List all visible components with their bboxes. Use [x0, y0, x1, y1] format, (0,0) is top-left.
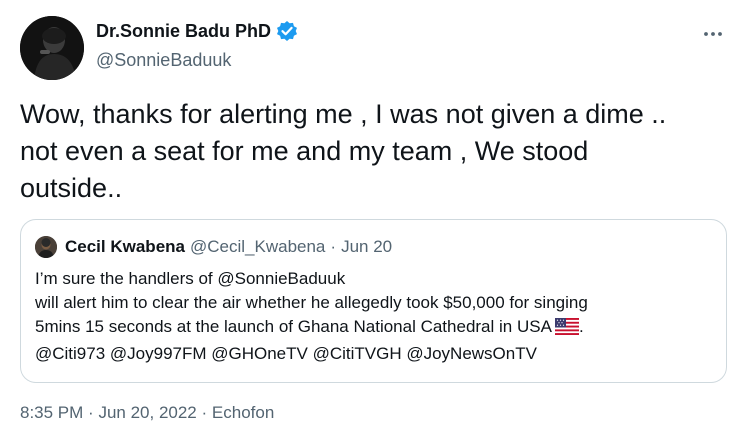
quoted-author-name: Cecil Kwabena — [65, 237, 185, 256]
quoted-text-line: 5mins 15 seconds at the launch of Ghana … — [35, 317, 552, 336]
quoted-text-mentions[interactable]: @Citi973 @Joy997FM @GHOneTV @CitiTVGH @J… — [35, 342, 715, 366]
meta-separator: · — [201, 403, 208, 422]
tweet-metadata: 8:35 PM · Jun 20, 2022 · Echofon — [20, 403, 274, 423]
more-options-icon[interactable] — [701, 24, 725, 44]
tweet-source[interactable]: Echofon — [212, 403, 274, 422]
tweet-text: Wow, thanks for alerting me , I was not … — [20, 96, 730, 207]
quoted-text-period: . — [578, 317, 584, 336]
tweet-time[interactable]: 8:35 PM — [20, 403, 83, 422]
author-name-row[interactable]: Dr.Sonnie Badu PhD — [96, 20, 298, 42]
quoted-tweet-text: I’m sure the handlers of @SonnieBaduuk w… — [35, 267, 715, 366]
quoted-text-line: I’m sure the handlers of @SonnieBaduuk — [35, 269, 346, 288]
quoted-text-line-with-flag: 5mins 15 seconds at the launch of Ghana … — [35, 315, 715, 342]
verified-badge-icon — [276, 20, 298, 42]
tweet-text-line: Wow, thanks for alerting me , I was not … — [20, 99, 667, 129]
quoted-author-handle: @Cecil_Kwabena — [190, 237, 326, 256]
quoted-text-line: will alert him to clear the air whether … — [35, 293, 588, 312]
quoted-tweet-card[interactable]: Cecil Kwabena @Cecil_Kwabena · Jun 20 I’… — [20, 219, 727, 383]
author-avatar[interactable] — [20, 16, 84, 80]
author-name[interactable]: Dr.Sonnie Badu PhD — [96, 21, 271, 42]
quoted-author-avatar — [35, 236, 57, 258]
us-flag-icon — [554, 318, 579, 342]
quoted-date: Jun 20 — [341, 237, 393, 256]
quoted-tweet-header: Cecil Kwabena @Cecil_Kwabena · Jun 20 — [35, 236, 392, 258]
tweet-text-line: not even a seat for me and my team , We … — [20, 136, 589, 166]
tweet-text-line: outside.. — [20, 173, 123, 203]
tweet-date[interactable]: Jun 20, 2022 — [98, 403, 196, 422]
meta-separator: · — [88, 403, 94, 422]
quoted-separator: · — [330, 237, 337, 256]
author-handle[interactable]: @SonnieBaduuk — [96, 50, 231, 71]
avatar-photo — [20, 16, 84, 80]
tweet: Dr.Sonnie Badu PhD @SonnieBaduuk Wow, th… — [0, 0, 746, 431]
